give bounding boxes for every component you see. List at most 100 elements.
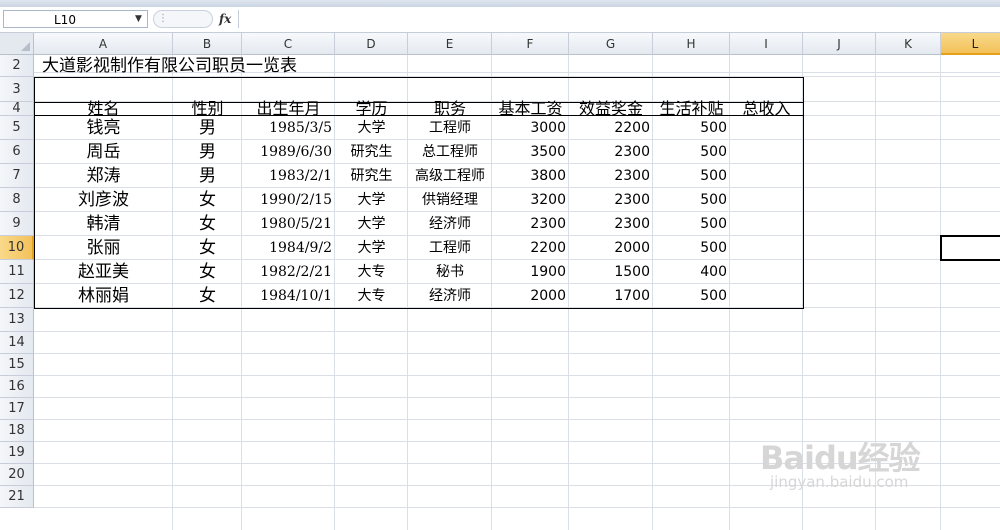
column-header-f[interactable]: F xyxy=(492,33,569,55)
bonus-cell[interactable]: 2300 xyxy=(569,164,653,188)
birthdate-cell[interactable]: 1990/2/15 xyxy=(242,188,335,212)
education-cell[interactable]: 大学 xyxy=(335,236,408,260)
allowance-cell[interactable]: 500 xyxy=(653,140,730,164)
select-all-button[interactable] xyxy=(0,33,34,55)
position-cell[interactable]: 总工程师 xyxy=(408,140,492,164)
name-cell[interactable]: 周岳 xyxy=(34,140,173,164)
birthdate-cell[interactable]: 1985/3/5 xyxy=(242,116,335,140)
row-header-14[interactable]: 14 xyxy=(0,332,34,354)
gender-cell[interactable]: 男 xyxy=(173,116,242,140)
row-header-19[interactable]: 19 xyxy=(0,442,34,464)
education-cell[interactable]: 大专 xyxy=(335,284,408,308)
insert-function-button[interactable]: fx xyxy=(219,10,231,28)
column-header-i[interactable]: I xyxy=(730,33,803,55)
column-header-c[interactable]: C xyxy=(242,33,335,55)
name-box[interactable]: L10 xyxy=(3,10,148,28)
row-header-17[interactable]: 17 xyxy=(0,398,34,420)
name-cell[interactable]: 林丽娟 xyxy=(34,284,173,308)
birthdate-cell[interactable]: 1989/6/30 xyxy=(242,140,335,164)
row-header-13[interactable]: 13 xyxy=(0,308,34,332)
position-cell[interactable]: 经济师 xyxy=(408,212,492,236)
row-header-3[interactable]: 3 xyxy=(0,77,34,102)
birthdate-cell[interactable]: 1980/5/21 xyxy=(242,212,335,236)
active-cell-selection[interactable] xyxy=(940,235,1000,261)
gender-cell[interactable]: 女 xyxy=(173,212,242,236)
base-salary-cell[interactable]: 2200 xyxy=(492,236,569,260)
base-salary-cell[interactable]: 3000 xyxy=(492,116,569,140)
table-header-7[interactable]: 生活补贴 xyxy=(653,101,730,117)
bonus-cell[interactable]: 1700 xyxy=(569,284,653,308)
bonus-cell[interactable]: 2300 xyxy=(569,140,653,164)
row-header-11[interactable]: 11 xyxy=(0,260,34,284)
row-header-20[interactable]: 20 xyxy=(0,464,34,486)
column-header-j[interactable]: J xyxy=(803,33,876,55)
row-header-10[interactable]: 10 xyxy=(0,236,34,260)
table-header-0[interactable]: 姓名 xyxy=(34,101,173,117)
row-header-21[interactable]: 21 xyxy=(0,486,34,508)
name-cell[interactable]: 张丽 xyxy=(34,236,173,260)
table-header-6[interactable]: 效益奖金 xyxy=(569,101,653,117)
gender-cell[interactable]: 女 xyxy=(173,284,242,308)
table-header-5[interactable]: 基本工资 xyxy=(492,101,569,117)
base-salary-cell[interactable]: 2000 xyxy=(492,284,569,308)
row-header-8[interactable]: 8 xyxy=(0,188,34,212)
table-header-1[interactable]: 性别 xyxy=(173,101,242,117)
gender-cell[interactable]: 女 xyxy=(173,260,242,284)
bonus-cell[interactable]: 1500 xyxy=(569,260,653,284)
row-header-4[interactable]: 4 xyxy=(0,102,34,116)
allowance-cell[interactable]: 500 xyxy=(653,284,730,308)
resize-dots-icon[interactable]: ⋮ xyxy=(158,10,168,28)
column-header-l[interactable]: L xyxy=(941,33,1000,55)
total-income-cell[interactable] xyxy=(730,212,803,236)
column-header-d[interactable]: D xyxy=(335,33,408,55)
total-income-cell[interactable] xyxy=(730,260,803,284)
gender-cell[interactable]: 男 xyxy=(173,164,242,188)
column-header-k[interactable]: K xyxy=(876,33,941,55)
name-cell[interactable]: 刘彦波 xyxy=(34,188,173,212)
base-salary-cell[interactable]: 1900 xyxy=(492,260,569,284)
base-salary-cell[interactable]: 3800 xyxy=(492,164,569,188)
row-header-12[interactable]: 12 xyxy=(0,284,34,308)
total-income-cell[interactable] xyxy=(730,116,803,140)
table-header-2[interactable]: 出生年月 xyxy=(242,101,335,117)
allowance-cell[interactable]: 500 xyxy=(653,188,730,212)
name-cell[interactable]: 赵亚美 xyxy=(34,260,173,284)
position-cell[interactable]: 工程师 xyxy=(408,236,492,260)
row-header-16[interactable]: 16 xyxy=(0,376,34,398)
education-cell[interactable]: 大学 xyxy=(335,188,408,212)
total-income-cell[interactable] xyxy=(730,140,803,164)
birthdate-cell[interactable]: 1982/2/21 xyxy=(242,260,335,284)
row-header-2[interactable]: 2 xyxy=(0,55,34,77)
position-cell[interactable]: 秘书 xyxy=(408,260,492,284)
gender-cell[interactable]: 女 xyxy=(173,236,242,260)
table-header-4[interactable]: 职务 xyxy=(408,101,492,117)
birthdate-cell[interactable]: 1984/9/2 xyxy=(242,236,335,260)
allowance-cell[interactable]: 500 xyxy=(653,212,730,236)
column-header-e[interactable]: E xyxy=(408,33,492,55)
column-header-g[interactable]: G xyxy=(569,33,653,55)
column-header-h[interactable]: H xyxy=(653,33,730,55)
education-cell[interactable]: 大学 xyxy=(335,212,408,236)
bonus-cell[interactable]: 2000 xyxy=(569,236,653,260)
base-salary-cell[interactable]: 2300 xyxy=(492,212,569,236)
allowance-cell[interactable]: 500 xyxy=(653,164,730,188)
column-header-a[interactable]: A xyxy=(34,33,173,55)
table-header-3[interactable]: 学历 xyxy=(335,101,408,117)
bonus-cell[interactable]: 2300 xyxy=(569,212,653,236)
row-header-6[interactable]: 6 xyxy=(0,140,34,164)
education-cell[interactable]: 大专 xyxy=(335,260,408,284)
name-cell[interactable]: 钱亮 xyxy=(34,116,173,140)
sheet-title[interactable]: 大道影视制作有限公司职员一览表 xyxy=(42,55,297,77)
allowance-cell[interactable]: 400 xyxy=(653,260,730,284)
row-header-7[interactable]: 7 xyxy=(0,164,34,188)
position-cell[interactable]: 工程师 xyxy=(408,116,492,140)
base-salary-cell[interactable]: 3500 xyxy=(492,140,569,164)
gender-cell[interactable]: 女 xyxy=(173,188,242,212)
total-income-cell[interactable] xyxy=(730,164,803,188)
position-cell[interactable]: 供销经理 xyxy=(408,188,492,212)
bonus-cell[interactable]: 2200 xyxy=(569,116,653,140)
position-cell[interactable]: 高级工程师 xyxy=(408,164,492,188)
education-cell[interactable]: 大学 xyxy=(335,116,408,140)
total-income-cell[interactable] xyxy=(730,188,803,212)
education-cell[interactable]: 研究生 xyxy=(335,164,408,188)
